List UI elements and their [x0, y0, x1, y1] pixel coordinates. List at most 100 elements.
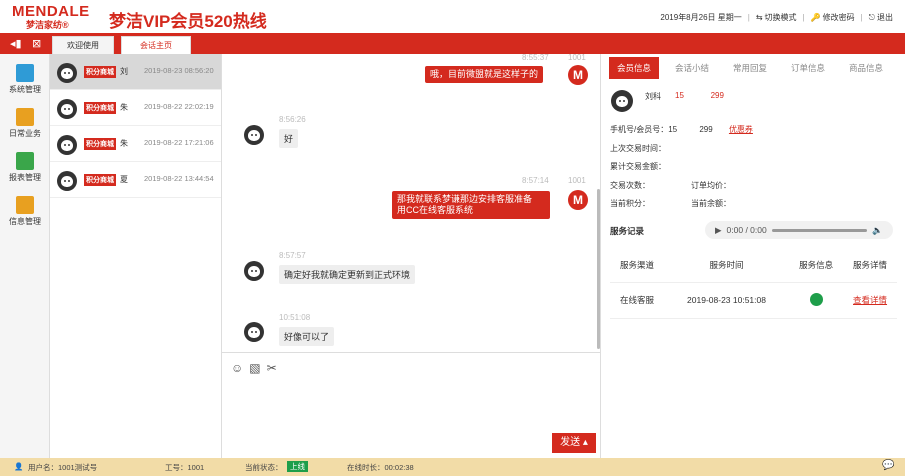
list-item[interactable]: 积分商城 朱 2019-08-22 22:02:19 — [50, 90, 221, 126]
fullscreen-icon[interactable]: ⊠ — [32, 37, 41, 50]
page-title: 梦洁VIP会员520热线 — [109, 12, 267, 31]
message-bubble: 那我就联系梦谦那边安排客服准备 用CC在线客服系统 — [392, 191, 550, 219]
tab-member-info[interactable]: 会员信息 — [609, 57, 659, 79]
send-button[interactable]: 发送 ▴ — [552, 433, 596, 453]
sidebar-item-info[interactable]: 信息管理 — [0, 186, 50, 230]
agent-avatar: M — [568, 190, 588, 210]
avatar — [244, 261, 264, 281]
avatar — [57, 135, 77, 155]
collapse-sidebar-icon[interactable]: ◂▮ — [10, 37, 22, 50]
service-info-cell — [789, 282, 844, 319]
sidebar-item-reports[interactable]: 报表管理 — [0, 142, 50, 186]
tab-welcome[interactable]: 欢迎使用 — [52, 36, 114, 54]
table-header-row: 服务渠道 服务时间 服务信息 服务详情 — [610, 248, 897, 283]
tab-quick-replies[interactable]: 常用回复 — [721, 54, 779, 82]
status-badge[interactable]: 上线 — [287, 461, 308, 472]
view-detail-link[interactable]: 查看详情 — [853, 295, 887, 305]
logo: MENDALE 梦洁家纺® — [12, 3, 90, 31]
tab-session-summary[interactable]: 会话小结 — [663, 54, 721, 82]
play-icon[interactable]: ▶ — [715, 225, 722, 236]
audio-time: 0:00 / 0:00 — [726, 225, 767, 235]
list-item[interactable]: 积分商城 朱 2019-08-22 17:21:06 — [50, 126, 221, 162]
column-header: 服务信息 — [789, 248, 844, 283]
logout-button[interactable]: ⎋ 退出 — [869, 12, 893, 23]
timestamp: 2019-08-22 13:44:54 — [144, 174, 214, 183]
coupon-link[interactable]: 优惠券 — [729, 125, 753, 134]
contact-name: 朱 — [120, 139, 128, 148]
service-time: 2019-08-23 10:51:08 — [663, 282, 790, 319]
tab-order-info[interactable]: 订单信息 — [779, 54, 837, 82]
key-icon: 🔑 — [810, 13, 821, 22]
book-icon — [16, 196, 34, 214]
switch-mode-button[interactable]: ⇆ 切换模式 — [756, 12, 797, 23]
contact-name: 朱 — [120, 103, 128, 112]
avatar — [611, 90, 633, 112]
tab-product-info[interactable]: 商品信息 — [837, 54, 895, 82]
column-header: 服务渠道 — [610, 248, 664, 283]
avatar — [57, 171, 77, 191]
service-records-table: 服务渠道 服务时间 服务信息 服务详情 在线客服 2019-08-23 10:5… — [610, 248, 897, 319]
header-actions: 2019年8月26日 星期一 | ⇆ 切换模式 | 🔑 修改密码 | ⎋ 退出 — [660, 12, 893, 23]
list-item[interactable]: 积分商城 夏 2019-08-22 13:44:54 — [50, 162, 221, 198]
sidebar-item-daily[interactable]: 日常业务 — [0, 98, 50, 142]
message-bubble: 确定好我就确定更新到正式环境 — [279, 265, 416, 284]
change-password-button[interactable]: 🔑 修改密码 — [811, 12, 855, 23]
message-composer[interactable]: ☺ ▧ ✂ 发送 ▴ — [222, 352, 600, 458]
switch-icon: ⇆ — [755, 13, 763, 22]
sidebar-item-label: 信息管理 — [9, 217, 41, 226]
timestamp: 2019-08-22 17:21:06 — [144, 138, 214, 147]
service-records-title: 服务记录 — [610, 226, 645, 236]
username-label: 用户名：1001测试号 — [28, 463, 98, 472]
message-time: 8:55:37 — [522, 54, 549, 62]
message-bubble: 好 — [279, 129, 299, 148]
audio-progress[interactable] — [771, 228, 868, 232]
scissors-icon[interactable]: ✂ — [267, 361, 277, 375]
sender-id: 1001 — [568, 176, 586, 185]
customer-info-panel: 会员信息 会话小结 常用回复 订单信息 商品信息 刘科 15 299 手机号/会… — [600, 54, 905, 458]
balance-label: 当前余额： — [691, 199, 731, 208]
change-password-label: 修改密码 — [822, 13, 855, 22]
emoji-icon[interactable]: ☺ — [231, 361, 243, 375]
online-time-label: 在线时长：00:02:38 — [347, 463, 414, 472]
column-header: 服务详情 — [843, 248, 897, 283]
contact-name: 刘 — [120, 67, 128, 76]
divider: | — [860, 13, 863, 22]
service-info-icon[interactable] — [809, 292, 823, 306]
logout-label: 退出 — [877, 13, 893, 22]
sidebar-item-label: 日常业务 — [9, 129, 41, 138]
member-phone: 15 299 — [675, 91, 724, 100]
audio-player[interactable]: ▶ 0:00 / 0:00 🔈 — [705, 221, 893, 239]
chart-icon — [16, 152, 34, 170]
chat-bubble-icon[interactable]: 💬 — [882, 460, 894, 471]
avatar — [244, 125, 264, 145]
sidebar-item-label: 报表管理 — [9, 173, 41, 182]
table-row: 在线客服 2019-08-23 10:51:08 查看详情 — [610, 282, 897, 319]
gear-icon — [16, 64, 34, 82]
volume-icon[interactable]: 🔈 — [872, 225, 883, 236]
tab-chat-home[interactable]: 会话主页 — [121, 36, 191, 54]
image-icon[interactable]: ▧ — [249, 361, 260, 375]
service-channel: 在线客服 — [610, 282, 664, 319]
phone-row: 手机号/会员号：15 299 优惠券 — [610, 124, 753, 135]
switch-mode-label: 切换模式 — [764, 13, 797, 22]
logout-icon: ⎋ — [868, 12, 875, 22]
document-icon — [16, 108, 34, 126]
conversation-list: 积分商城 刘 2019-08-23 08:56:20 积分商城 朱 2019-0… — [50, 54, 222, 458]
divider: | — [747, 13, 750, 22]
tab-bar: ◂▮ ⊠ 欢迎使用 会话主页 — [0, 33, 905, 54]
list-item[interactable]: 积分商城 刘 2019-08-23 08:56:20 — [50, 54, 221, 90]
agent-avatar: M — [568, 65, 588, 85]
message-bubble: 好像可以了 — [279, 327, 335, 346]
column-header: 服务时间 — [663, 248, 790, 283]
member-name: 刘科 — [645, 92, 661, 101]
sidebar-item-system[interactable]: 系统管理 — [0, 54, 50, 98]
chat-messages[interactable]: 8:55:37 1001 哦，目前微盟就是这样子的 M 8:56:26 好 8:… — [222, 54, 600, 352]
composer-toolbar: ☺ ▧ ✂ — [231, 361, 277, 375]
message-time: 8:56:26 — [279, 115, 306, 124]
avg-price-label: 订单均价： — [691, 181, 731, 190]
app-header: MENDALE 梦洁家纺® 梦洁VIP会员520热线 2019年8月26日 星期… — [0, 0, 905, 33]
message-bubble: 哦，目前微盟就是这样子的 — [425, 66, 544, 83]
contact-name: 夏 — [120, 175, 128, 184]
message-time: 10:51:08 — [279, 313, 311, 322]
last-trade-label: 上次交易时间： — [610, 144, 666, 153]
